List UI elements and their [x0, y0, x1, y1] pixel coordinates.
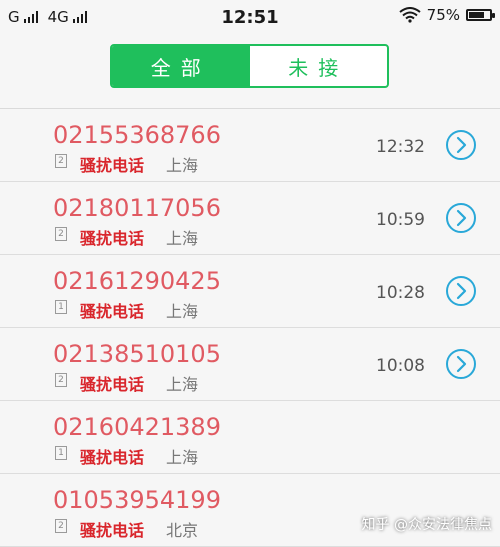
- call-time: 10:08: [376, 356, 425, 376]
- spam-tag: 骚扰电话: [80, 375, 145, 394]
- call-log-row[interactable]: 02161290425 1 骚扰电话 上海 10:28: [0, 255, 500, 328]
- call-filter-segmented-control: 全部 未接: [110, 44, 389, 88]
- battery-icon: [466, 9, 495, 21]
- call-log-row[interactable]: 02160421389 1 骚扰电话 上海: [0, 401, 500, 474]
- sim-card-icon: 2: [55, 519, 67, 533]
- call-location: 上海: [166, 302, 199, 321]
- call-log-row[interactable]: 02180117056 2 骚扰电话 上海 10:59: [0, 182, 500, 255]
- call-location: 上海: [166, 156, 199, 175]
- phone-number: 02160421389: [53, 413, 221, 441]
- spam-tag: 骚扰电话: [80, 302, 145, 321]
- phone-number: 02138510105: [53, 340, 221, 368]
- spam-tag: 骚扰电话: [80, 156, 145, 175]
- call-time: 12:32: [376, 137, 425, 157]
- spam-tag: 骚扰电话: [80, 229, 145, 248]
- call-time: 10:59: [376, 210, 425, 230]
- wifi-icon: [399, 7, 421, 23]
- phone-number: 02180117056: [53, 194, 221, 222]
- call-location: 上海: [166, 375, 199, 394]
- sim-card-icon: 2: [55, 373, 67, 387]
- spam-tag: 骚扰电话: [80, 448, 145, 467]
- details-chevron-icon[interactable]: [445, 348, 477, 380]
- tab-missed[interactable]: 未接: [250, 46, 388, 86]
- details-chevron-icon[interactable]: [445, 129, 477, 161]
- status-right: 75%: [399, 6, 495, 24]
- phone-number: 01053954199: [53, 486, 221, 514]
- sim-card-icon: 2: [55, 227, 67, 241]
- sim-card-icon: 1: [55, 446, 67, 460]
- call-log-row[interactable]: 02155368766 2 骚扰电话 上海 12:32: [0, 109, 500, 182]
- watermark: 知乎 @众安法律焦点: [361, 517, 492, 533]
- call-location: 北京: [166, 521, 199, 540]
- details-chevron-icon[interactable]: [445, 275, 477, 307]
- call-time: 10:28: [376, 283, 425, 303]
- call-location: 上海: [166, 229, 199, 248]
- call-log-row[interactable]: 01053954199 2 骚扰电话 北京: [0, 474, 500, 547]
- call-log-row[interactable]: 02138510105 2 骚扰电话 上海 10:08: [0, 328, 500, 401]
- phone-number: 02161290425: [53, 267, 221, 295]
- sim-card-icon: 2: [55, 154, 67, 168]
- tab-all[interactable]: 全部: [112, 46, 250, 86]
- battery-percent: 75%: [426, 6, 460, 24]
- details-chevron-icon[interactable]: [445, 202, 477, 234]
- sim-card-icon: 1: [55, 300, 67, 314]
- call-location: 上海: [166, 448, 199, 467]
- status-bar: G 4G 12:51 75%: [0, 0, 500, 34]
- phone-number: 02155368766: [53, 121, 221, 149]
- call-log-list: 02155368766 2 骚扰电话 上海 12:32 02180117056 2 骚扰电话上…: [0, 109, 500, 547]
- spam-tag: 骚扰电话: [80, 521, 145, 540]
